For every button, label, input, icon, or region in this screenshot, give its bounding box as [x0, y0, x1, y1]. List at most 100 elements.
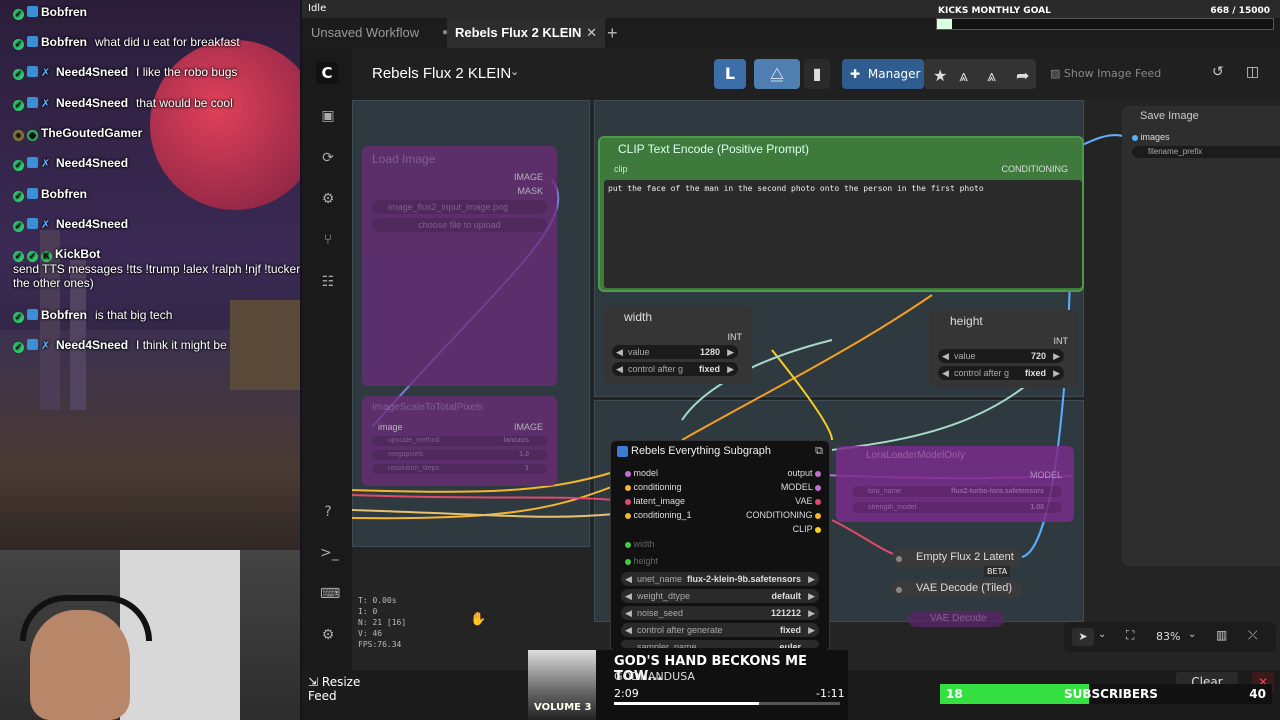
stat-i: I: 0 [358, 607, 378, 616]
terminal-icon[interactable]: >_ [320, 545, 339, 561]
share-icon[interactable]: ⩓ [959, 66, 968, 86]
panel-toggle-icon[interactable]: ◫ [1246, 64, 1259, 80]
bookmark-icon[interactable]: ▮ [804, 59, 830, 89]
settings-gear-icon[interactable]: ⚙ [320, 627, 336, 643]
clip-text-encode-node[interactable]: CLIP Text Encode (Positive Prompt) clip … [598, 136, 1084, 292]
widget-label: control after g [954, 368, 1010, 378]
node-title: Save Image [1140, 110, 1199, 122]
sampler-name-widget[interactable]: sampler_name euler [621, 640, 819, 648]
queue-icon[interactable]: ⟳ [320, 150, 336, 166]
input-slot-label: clip [614, 164, 628, 174]
show-feed-label: Show Image Feed [1063, 67, 1162, 80]
height-value-widget[interactable]: ◀ value 720 ▶ [938, 349, 1064, 363]
comfy-logo-icon[interactable]: C [316, 62, 338, 84]
upscale-method-widget[interactable]: upscale_method lanczos [372, 436, 547, 446]
control-after-generate-widget[interactable]: ◀ control after generate fixed ▶ [621, 623, 819, 637]
image-file-widget[interactable]: image_flux2_input_image.png [372, 200, 547, 214]
widget-label: unet_name [637, 574, 683, 584]
open-subgraph-icon[interactable]: ⧉ [815, 445, 823, 458]
width-control-widget[interactable]: ◀ control after g fixed ▶ [612, 362, 738, 376]
save-image-node[interactable]: Save Image images filename_prefix [1122, 106, 1280, 566]
link-visibility-icon[interactable]: ⤫ [1248, 628, 1258, 643]
rebels-subgraph-node[interactable]: Rebels Everything Subgraph ⧉ model condi… [610, 440, 830, 652]
node-title: width [624, 310, 653, 324]
help-icon[interactable]: ? [320, 504, 336, 520]
lora-name-widget[interactable]: lora_name flux2-turbo-lora.safetensors [852, 486, 1062, 497]
widget-value: fixed [698, 364, 720, 374]
output-slot-label: INT [727, 332, 743, 342]
empty-flux-latent-node[interactable]: Empty Flux 2 Latent [892, 549, 1022, 567]
chevron-down-icon[interactable]: ⌄ [510, 65, 519, 78]
keyboard-icon[interactable]: ⌨ [320, 586, 340, 602]
load-image-node[interactable]: Load Image IMAGE MASK image_flux2_input_… [362, 146, 557, 386]
input-slot: conditioning_1 [625, 510, 692, 520]
height-node[interactable]: height INT ◀ value 720 ▶ ◀ control after g fi… [930, 310, 1078, 388]
fit-view-icon[interactable]: ⛶ [1126, 628, 1134, 643]
megapixels-widget[interactable]: megapixels 1.0 [372, 450, 547, 460]
node-canvas[interactable]: Load Image IMAGE MASK image_flux2_input_… [352, 100, 1280, 708]
close-icon[interactable]: ✕ [586, 18, 597, 48]
image-scale-node[interactable]: ImageScaleToTotalPixels image IMAGE upsc… [362, 396, 557, 486]
upload-button[interactable]: choose file to upload [372, 218, 547, 232]
output-slot-label: VAE [795, 496, 813, 506]
image-icon[interactable]: ▣ [320, 108, 336, 124]
new-tab-button[interactable]: + [607, 18, 631, 48]
width-node[interactable]: width INT ◀ value 1280 ▶ ◀ control after g fi… [604, 306, 752, 384]
crystools-button[interactable]: ⧋ [754, 59, 800, 89]
manager-button[interactable]: ✚ Manager [842, 59, 924, 89]
templates-icon[interactable]: ☷ [320, 274, 336, 290]
width-value-widget[interactable]: ◀ value 1280 ▶ [612, 345, 738, 359]
workflow-icon[interactable]: ⑂ [320, 232, 336, 248]
output-slot: output [787, 468, 821, 478]
star-icon[interactable]: ★ [933, 66, 947, 85]
select-tool-icon[interactable]: ➤ [1072, 628, 1094, 646]
widget-value: fixed [1024, 368, 1046, 378]
song-progress-fill [614, 702, 759, 705]
vae-decode-tiled-node[interactable]: VAE Decode (Tiled) [892, 580, 1022, 598]
noise-seed-widget[interactable]: ◀ noise_seed 121212 ▶ [621, 606, 819, 620]
prompt-textarea[interactable]: put the face of the man in the second ph… [604, 180, 1082, 288]
input-slot-label: conditioning_1 [633, 510, 692, 520]
history-icon[interactable]: ↺ [1212, 64, 1224, 80]
chevron-down-icon[interactable]: ⌄ [1098, 629, 1106, 640]
node-title: Empty Flux 2 Latent [916, 551, 1014, 563]
subscribers-goal: 40 [1249, 687, 1266, 701]
input-slot-label: conditioning [633, 482, 682, 492]
tab-rebels-flux[interactable]: Rebels Flux 2 KLEIN ✕ [447, 18, 605, 48]
action-buttons-group: ★ ⩓ ⩓ ➦ [924, 59, 1036, 89]
widget-label: resolution_steps [388, 465, 439, 472]
stat-fps: FPS:76.34 [358, 640, 402, 649]
subgraph-icon [617, 446, 628, 457]
album-cover-text: VOLUME 3 [534, 702, 592, 713]
widget-value: 1 [525, 465, 529, 472]
node-title: VAE Decode (Tiled) [916, 582, 1012, 594]
share-alt-icon[interactable]: ⩓ [987, 66, 996, 86]
canvas-controls: ➤ ⌄ ⛶ 83% ⌄ ▥ ⤫ [1064, 622, 1276, 652]
chat-message: ✓ ✗ Need4Sneed that would be cool [13, 96, 233, 111]
workflow-title[interactable]: Rebels Flux 2 KLEIN [372, 65, 511, 82]
height-control-widget[interactable]: ◀ control after g fixed ▶ [938, 366, 1064, 380]
strength-model-widget[interactable]: strength_model 1.00 [852, 502, 1062, 513]
filename-prefix-widget[interactable]: filename_prefix [1132, 146, 1280, 158]
resize-feed-button[interactable]: ⇲ Resize Feed [308, 675, 388, 703]
widget-label: sampler_name [637, 642, 697, 648]
node-title: height [950, 314, 983, 328]
minimap-icon[interactable]: ▥ [1216, 628, 1227, 642]
show-image-feed-button[interactable]: ▨ Show Image Feed [1050, 59, 1170, 89]
vae-decode-node[interactable]: VAE Decode [908, 611, 1004, 627]
zoom-level[interactable]: 83% [1156, 630, 1180, 643]
layout-button[interactable]: L [714, 59, 746, 89]
webcam-feed [0, 550, 300, 720]
arrow-icon[interactable]: ➦ [1016, 66, 1029, 85]
chevron-down-icon[interactable]: ⌄ [1188, 629, 1196, 640]
lora-loader-node[interactable]: LoraLoaderModelOnly MODEL lora_name flux2… [836, 446, 1074, 522]
node-library-icon[interactable]: ⚙ [320, 191, 336, 207]
tab-unsaved-workflow[interactable]: Unsaved Workflow ● [302, 18, 456, 48]
weight-dtype-widget[interactable]: ◀ weight_dtype default ▶ [621, 589, 819, 603]
workflow-topbar: Rebels Flux 2 KLEIN ⌄ L ⧋ ▮ ✚ Manager ★ … [352, 48, 1280, 100]
unet-name-widget[interactable]: ◀ unet_name flux-2-klein-9b.safetensors ▶ [621, 572, 819, 586]
collapse-dot-icon [896, 584, 902, 596]
status-text: Idle [308, 3, 327, 14]
widget-value: flux2-turbo-lora.safetensors [951, 488, 1044, 495]
resolution-steps-widget[interactable]: resolution_steps 1 [372, 464, 547, 474]
